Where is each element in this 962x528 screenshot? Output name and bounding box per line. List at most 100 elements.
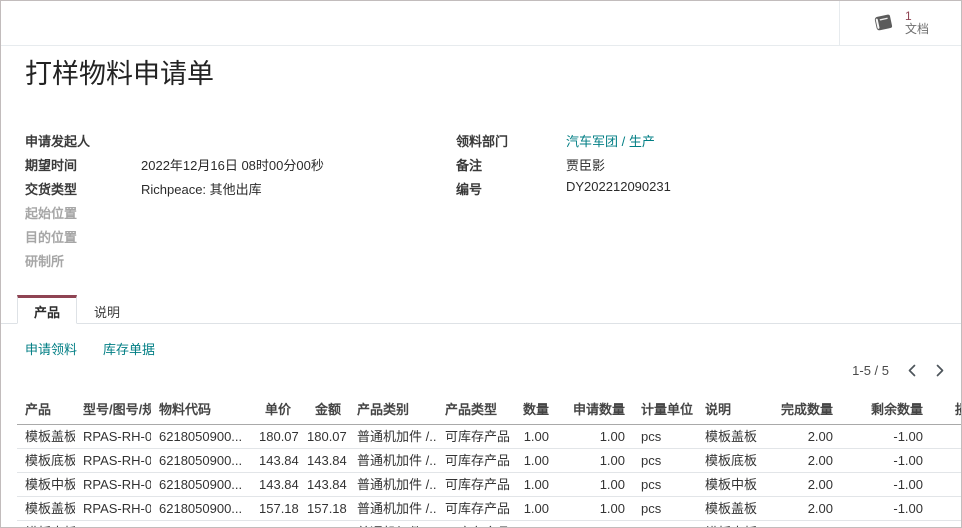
field-label: 申请发起人 [25,131,141,150]
field-label: 目的位置 [25,227,141,246]
col-header-model[interactable]: 型号/图号/规... [75,397,151,425]
tab-0[interactable]: 产品 [17,295,77,324]
col-header-uom[interactable]: 计量单位 [633,397,697,425]
cell-description: 模板中板 [697,473,773,497]
cell-type: 可库存产品 [437,497,513,521]
cell-remaining-qty: -1.00 [841,425,931,449]
cell-category: 普通机加件 /... [349,473,437,497]
chevron-right-icon [935,364,945,377]
action-link-1[interactable]: 库存单据 [103,339,155,358]
table-row[interactable]: 模板中板RPAS-RH-05...6218050900...143.84143.… [17,473,961,497]
cell-unit-price: 143.84 [251,521,299,528]
field-label: 起始位置 [25,203,141,222]
field-label: 领料部门 [456,131,566,150]
cell-request-qty: 1.00 [557,473,633,497]
field-value-link[interactable]: 汽车军团 / 生产 [566,131,655,150]
cell-done-qty: 2.00 [773,449,841,473]
cell-request-qty: 1.00 [557,497,633,521]
cell-request-qty: 1.00 [557,521,633,528]
cell-clipped-extra [931,521,961,528]
cell-category: 普通机加件 /... [349,521,437,528]
notebook-tabs: 产品说明 [1,295,961,324]
field-row: 期望时间2022年12月16日 08时00分00秒 [25,155,456,179]
col-header-clipped-extra[interactable]: 损 [931,397,961,425]
field-label: 期望时间 [25,155,141,174]
cell-unit-price: 143.84 [251,449,299,473]
cell-category: 普通机加件 /... [349,497,437,521]
cell-amount: 143.84 [299,449,349,473]
cell-description: 模板底板 [697,449,773,473]
cell-model: RPAS-RH-05... [75,473,151,497]
col-header-category[interactable]: 产品类别 [349,397,437,425]
field-value: 2022年12月16日 08时00分00秒 [141,155,324,174]
cell-remaining-qty: -1.00 [841,449,931,473]
col-header-request-qty[interactable]: 申请数量 [557,397,633,425]
cell-amount: 143.84 [299,521,349,528]
cell-amount: 143.84 [299,473,349,497]
cell-unit-price: 157.18 [251,497,299,521]
fields-right-column: 领料部门汽车军团 / 生产备注贾臣影编号DY202212090231 [456,131,945,275]
cell-remaining-qty: -1.00 [841,521,931,528]
cell-uom: pcs [633,473,697,497]
product-lines-table: 产品型号/图号/规...物料代码单价金额产品类别产品类型数量申请数量计量单位说明… [17,397,961,527]
cell-uom: pcs [633,425,697,449]
field-label: 交货类型 [25,179,141,198]
col-header-done-qty[interactable]: 完成数量 [773,397,841,425]
field-value: 贾臣影 [566,155,605,174]
pager-next-button[interactable] [935,364,945,377]
field-row: 领料部门汽车军团 / 生产 [456,131,945,155]
col-header-type[interactable]: 产品类型 [437,397,513,425]
table-row[interactable]: 模板中板RPAS-RH-05...6218050900...143.84143.… [17,521,961,528]
cell-done-qty: 2.00 [773,521,841,528]
field-row: 起始位置 [25,203,456,227]
cell-request-qty: 1.00 [557,425,633,449]
cell-clipped-extra [931,473,961,497]
cell-qty: 1.00 [513,497,557,521]
documents-button[interactable]: 1 文档 [839,1,961,45]
tab-1[interactable]: 说明 [77,295,137,324]
cell-model: RPAS-RH-05... [75,497,151,521]
cell-clipped-extra [931,425,961,449]
table-header-row: 产品型号/图号/规...物料代码单价金额产品类别产品类型数量申请数量计量单位说明… [17,397,961,425]
cell-category: 普通机加件 /... [349,449,437,473]
table-row[interactable]: 模板底板RPAS-RH-05...6218050900...143.84143.… [17,449,961,473]
field-row: 交货类型Richpeace: 其他出库 [25,179,456,203]
cell-type: 可库存产品 [437,449,513,473]
cell-qty: 1.00 [513,473,557,497]
col-header-material-code[interactable]: 物料代码 [151,397,251,425]
field-row: 目的位置 [25,227,456,251]
cell-clipped-extra [931,497,961,521]
field-value: DY202212090231 [566,179,671,194]
cell-product: 模板中板 [17,473,75,497]
cell-material-code: 6218050900... [151,425,251,449]
col-header-amount[interactable]: 金额 [299,397,349,425]
field-label: 研制所 [25,251,141,270]
action-links: 申请领料 库存单据 [25,339,155,358]
col-header-qty[interactable]: 数量 [513,397,557,425]
documents-label: 文档 [905,23,929,36]
table-row[interactable]: 模板盖板RPAS-RH-05...6218050900...180.07180.… [17,425,961,449]
cell-description: 模板盖板 [697,497,773,521]
cell-qty: 1.00 [513,425,557,449]
cell-category: 普通机加件 /... [349,425,437,449]
col-header-remaining-qty[interactable]: 剩余数量 [841,397,931,425]
cell-done-qty: 2.00 [773,473,841,497]
col-header-unit-price[interactable]: 单价 [251,397,299,425]
form-fields: 申请发起人期望时间2022年12月16日 08时00分00秒交货类型Richpe… [25,131,945,275]
cell-unit-price: 143.84 [251,473,299,497]
cell-material-code: 6218050900... [151,473,251,497]
action-link-0[interactable]: 申请领料 [25,339,77,358]
table-row[interactable]: 模板盖板RPAS-RH-05...6218050900...157.18157.… [17,497,961,521]
field-row: 备注贾臣影 [456,155,945,179]
cell-product: 模板盖板 [17,497,75,521]
cell-description: 模板盖板 [697,425,773,449]
col-header-description[interactable]: 说明 [697,397,773,425]
field-label: 编号 [456,179,566,198]
pager-previous-button[interactable] [907,364,917,377]
cell-clipped-extra [931,449,961,473]
cell-uom: pcs [633,449,697,473]
field-row: 申请发起人 [25,131,456,155]
col-header-product[interactable]: 产品 [17,397,75,425]
cell-model: RPAS-RH-05... [75,521,151,528]
cell-done-qty: 2.00 [773,497,841,521]
